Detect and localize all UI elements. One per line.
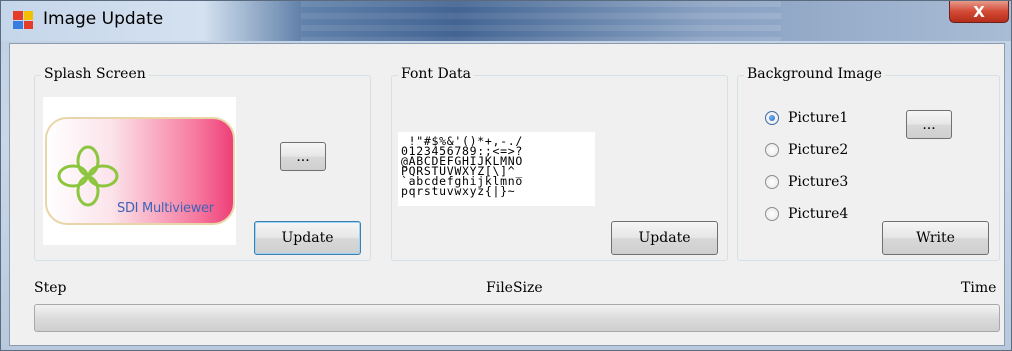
progress-bar: [34, 304, 1000, 332]
radio-button[interactable]: [765, 207, 779, 221]
radio-button[interactable]: [765, 143, 779, 157]
font-update-label: Update: [638, 230, 691, 246]
font-data-group: Font Data !"#$%&'()*+,-./0123456789:;<=>…: [391, 66, 728, 261]
radio-picture1[interactable]: Picture1: [765, 110, 848, 126]
splash-screen-label: Splash Screen: [41, 66, 149, 82]
splash-image: SDI Multiviewer: [43, 97, 236, 245]
filesize-label: FileSize: [486, 280, 543, 296]
splash-update-button[interactable]: Update: [254, 221, 361, 255]
radio-picture2[interactable]: Picture2: [765, 142, 848, 158]
splash-browse-button[interactable]: ...: [280, 142, 326, 171]
radio-label: Picture2: [788, 142, 849, 158]
splash-update-label: Update: [281, 230, 334, 246]
background-image-group: Background Image Picture1 Picture2 Pictu…: [737, 66, 1000, 261]
font-update-button[interactable]: Update: [611, 221, 718, 255]
time-label: Time: [961, 280, 997, 296]
radio-label: Picture1: [788, 110, 849, 126]
app-window: Image Update X Splash Screen SDI Multivi…: [0, 0, 1012, 351]
radio-picture4[interactable]: Picture4: [765, 206, 848, 222]
radio-label: Picture4: [788, 206, 849, 222]
splash-caption: SDI Multiviewer: [117, 201, 214, 216]
splash-screen-group: Splash Screen SDI Multiviewer ... Update: [34, 66, 371, 261]
ellipsis-icon: ...: [296, 148, 310, 165]
title-bar-background: [301, 1, 781, 41]
radio-label: Picture3: [788, 174, 849, 190]
app-icon: [13, 11, 33, 29]
close-icon: X: [973, 2, 985, 21]
radio-picture3[interactable]: Picture3: [765, 174, 848, 190]
glyph-row: pqrstuvwxyz{|}~: [401, 184, 516, 198]
splash-logo: SDI Multiviewer: [45, 117, 235, 225]
ellipsis-icon: ...: [922, 116, 936, 133]
background-browse-button[interactable]: ...: [906, 110, 952, 139]
clover-icon: [57, 145, 119, 207]
write-button[interactable]: Write: [882, 221, 989, 255]
window-title: Image Update: [43, 9, 164, 29]
close-button[interactable]: X: [949, 1, 1009, 23]
write-label: Write: [916, 230, 955, 246]
radio-button[interactable]: [765, 175, 779, 189]
client-area: Splash Screen SDI Multiviewer ... Update…: [9, 43, 1005, 346]
font-data-label: Font Data: [398, 66, 475, 82]
title-bar[interactable]: Image Update X: [1, 1, 1011, 41]
font-glyph-preview: !"#$%&'()*+,-./0123456789:;<=>? @ABCDEFGH…: [398, 132, 595, 206]
radio-button-selected[interactable]: [765, 111, 779, 125]
background-image-label: Background Image: [744, 66, 885, 82]
step-label: Step: [34, 280, 67, 296]
